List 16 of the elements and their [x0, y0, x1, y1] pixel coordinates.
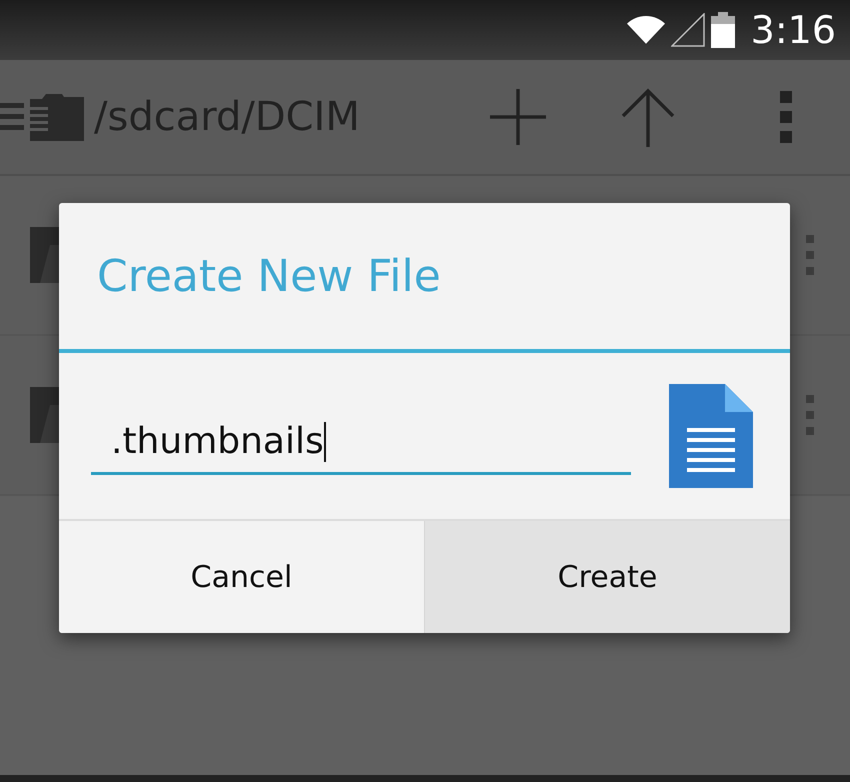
battery-icon	[710, 12, 735, 48]
overflow-menu-icon[interactable]	[806, 235, 814, 275]
document-icon[interactable]	[669, 384, 753, 488]
up-arrow-icon[interactable]	[620, 87, 676, 147]
wifi-icon	[626, 16, 665, 44]
dialog-title: Create New File	[59, 203, 790, 353]
input-field[interactable]: .thumbnails	[91, 412, 631, 474]
add-icon[interactable]	[488, 87, 548, 147]
folder-drawer-icon[interactable]	[0, 93, 84, 141]
overflow-menu-icon[interactable]	[806, 395, 814, 435]
create-button[interactable]: Create	[424, 521, 790, 633]
folder-path: /sdcard/DCIM	[94, 94, 360, 140]
signal-icon	[670, 13, 705, 47]
cancel-button[interactable]: Cancel	[59, 521, 424, 633]
overflow-menu-icon[interactable]	[780, 91, 792, 143]
clock-time: 3:16	[750, 8, 836, 52]
